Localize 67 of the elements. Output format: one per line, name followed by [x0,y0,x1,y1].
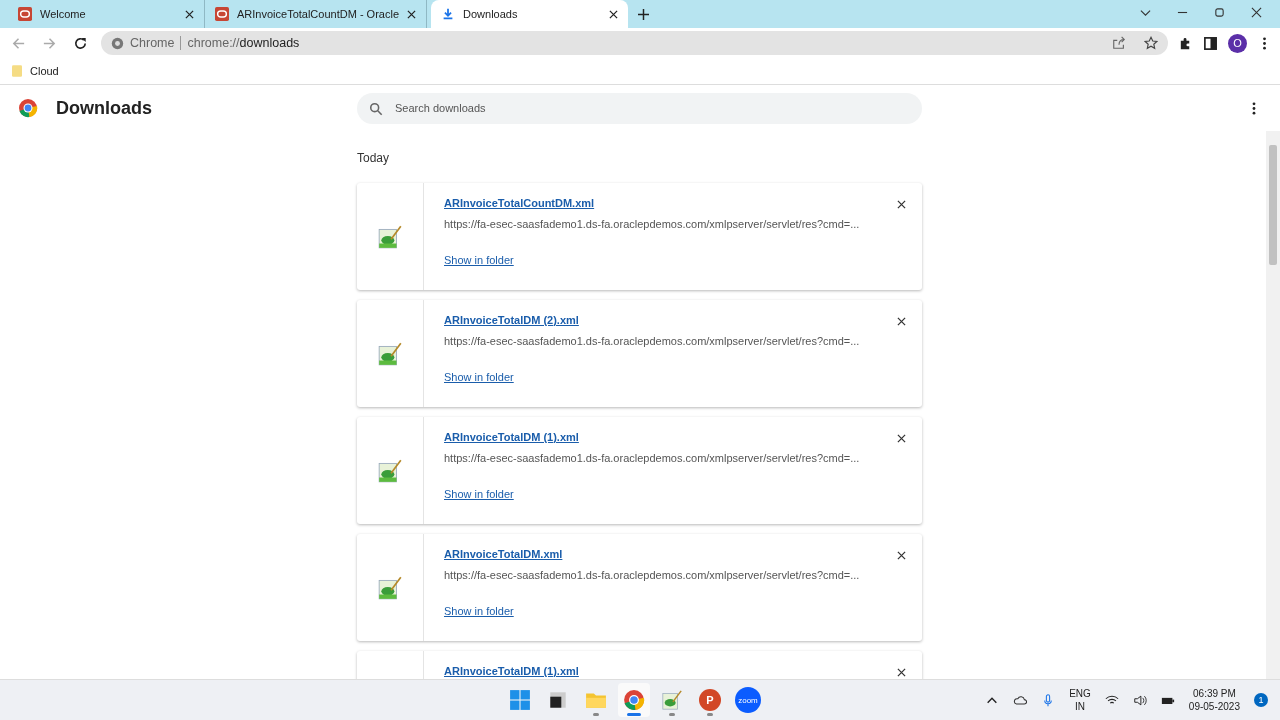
language-indicator[interactable]: ENG IN [1069,687,1091,713]
bookmark-folder[interactable]: Cloud [12,65,59,77]
tab-title: Downloads [463,8,519,20]
file-link[interactable]: ARInvoiceTotalCountDM.xml [444,197,595,209]
share-icon[interactable] [1112,36,1126,50]
task-view-icon [547,689,569,711]
file-link[interactable]: ARInvoiceTotalDM (1).xml [444,431,579,443]
show-in-folder-link[interactable]: Show in folder [444,254,514,266]
source-url: https://fa-esec-saasfademo1.ds-fa.oraclepdemos.com/xmlpserver/servlet/res?cmd=... [444,218,860,230]
file-link[interactable]: ARInvoiceTotalDM (1).xml [444,665,579,677]
taskbar-app[interactable]: P [694,683,726,717]
windows-logo-icon [509,689,531,711]
scrollbar[interactable] [1266,131,1280,679]
source-url: https://fa-esec-saasfademo1.ds-fa.oraclepdemos.com/xmlpserver/servlet/res?cmd=... [444,335,860,347]
search-icon [369,101,383,116]
download-icon [441,7,455,21]
clock[interactable]: 06:39 PM 09-05-2023 [1188,687,1240,713]
chrome-logo-icon [623,689,645,711]
chrome-logo-icon [18,98,38,118]
folder-icon [12,65,22,77]
chrome-logo-icon [111,36,124,50]
close-icon[interactable] [609,9,618,19]
chevron-down-icon[interactable] [1140,7,1151,18]
file-link[interactable]: ARInvoiceTotalDM.xml [444,548,563,560]
oracle-logo-icon [18,7,32,21]
close-icon[interactable] [897,434,906,443]
cloud-icon[interactable] [1013,693,1028,707]
source-url: https://fa-esec-saasfademo1.ds-fa.oraclepdemos.com/xmlpserver/servlet/res?cmd=... [444,452,860,464]
show-in-folder-link[interactable]: Show in folder [444,371,514,383]
site-label: Chrome [130,36,175,50]
browser-tab[interactable]: ARInvoiceTotalCountDM - Oracle [205,0,427,28]
profile-avatar[interactable]: O [1228,33,1247,53]
source-url: https://fa-esec-saasfademo1.ds-fa.oraclepdemos.com/xmlpserver/servlet/res?cmd=... [444,569,860,581]
notification-badge[interactable]: 1 [1254,693,1268,707]
show-in-folder-link[interactable]: Show in folder [444,488,514,500]
close-icon[interactable] [1251,7,1262,18]
close-icon[interactable] [897,317,906,326]
show-in-folder-link[interactable]: Show in folder [444,605,514,617]
file-icon [377,340,403,367]
tab-title: ARInvoiceTotalCountDM - Oracle [237,8,399,20]
file-icon [377,223,403,250]
side-panel-icon[interactable] [1203,35,1218,51]
browser-tab[interactable]: Welcome [8,0,205,28]
star-icon[interactable] [1144,36,1158,50]
reload-icon[interactable] [73,35,88,51]
presentation-app-icon: P [699,689,721,711]
close-icon[interactable] [185,9,194,19]
date-heading: Today [357,150,391,167]
file-icon [377,457,403,484]
new-tab-icon[interactable] [638,9,649,20]
speaker-icon[interactable] [1132,693,1147,707]
close-icon[interactable] [897,200,906,209]
file-icon [377,574,403,601]
close-icon[interactable] [897,668,906,677]
oracle-logo-icon [215,7,229,21]
file-link[interactable]: ARInvoiceTotalDM (2).xml [444,314,579,326]
tab-title: Welcome [40,8,87,20]
address-bar[interactable]: Chrome chrome://downloads [101,31,1168,55]
file-icon [661,689,683,711]
more-menu-icon[interactable] [1252,101,1256,115]
page-title: Downloads [56,97,152,119]
restore-icon[interactable] [1214,7,1225,18]
search-field[interactable]: Search downloads [357,92,922,124]
close-icon[interactable] [897,551,906,560]
browser-tab[interactable]: Downloads [431,0,628,28]
close-icon[interactable] [407,9,416,19]
url-text: chrome://downloads [187,36,300,50]
